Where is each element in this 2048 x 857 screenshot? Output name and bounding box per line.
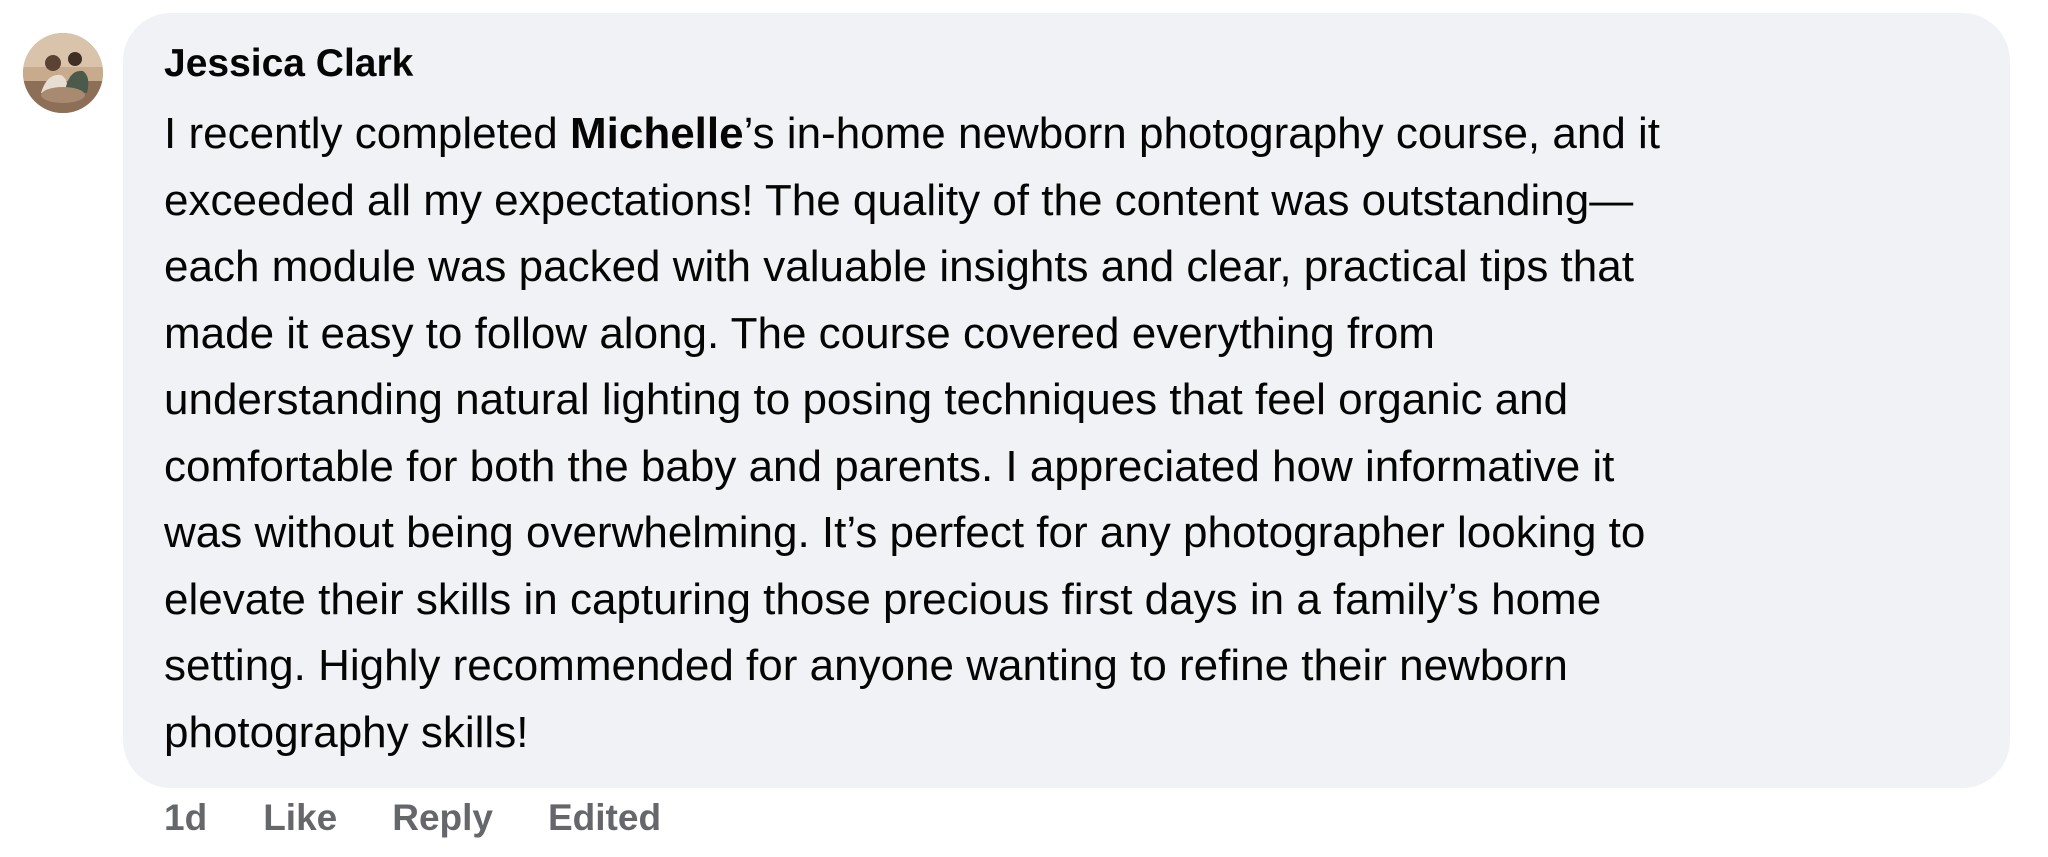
comment-line: elevate their skills in capturing those …: [164, 574, 1602, 624]
like-button[interactable]: Like: [263, 797, 337, 839]
profile-photo-icon: [23, 33, 103, 113]
mention-link[interactable]: Michelle: [570, 109, 744, 158]
comment-line: photography skills!: [164, 707, 529, 757]
comment-author[interactable]: Jessica Clark: [164, 41, 413, 87]
avatar[interactable]: [23, 33, 103, 113]
comment-line: exceeded all my expectations! The qualit…: [164, 175, 1634, 225]
comment-text: I recently completed Michelle’s in-home …: [164, 101, 2004, 766]
comment-line: I recently completed Michelle’s in-home …: [164, 109, 1661, 158]
comment-line: setting. Highly recommended for anyone w…: [164, 641, 1568, 690]
comment-line: understanding natural lighting to posing…: [164, 375, 1569, 424]
edited-label[interactable]: Edited: [548, 797, 661, 839]
reply-button[interactable]: Reply: [392, 797, 493, 839]
comment-line: comfortable for both the baby and parent…: [164, 441, 1615, 491]
comment-bubble: Jessica Clark I recently completed Miche…: [123, 13, 2010, 788]
comment-timestamp[interactable]: 1d: [164, 797, 207, 839]
comment-actions: 1d Like Reply Edited: [164, 793, 661, 843]
comment-line: was without being overwhelming. It’s per…: [164, 508, 1646, 557]
comment-line: each module was packed with valuable ins…: [164, 242, 1634, 291]
comment-line: made it easy to follow along. The course…: [164, 308, 1435, 358]
